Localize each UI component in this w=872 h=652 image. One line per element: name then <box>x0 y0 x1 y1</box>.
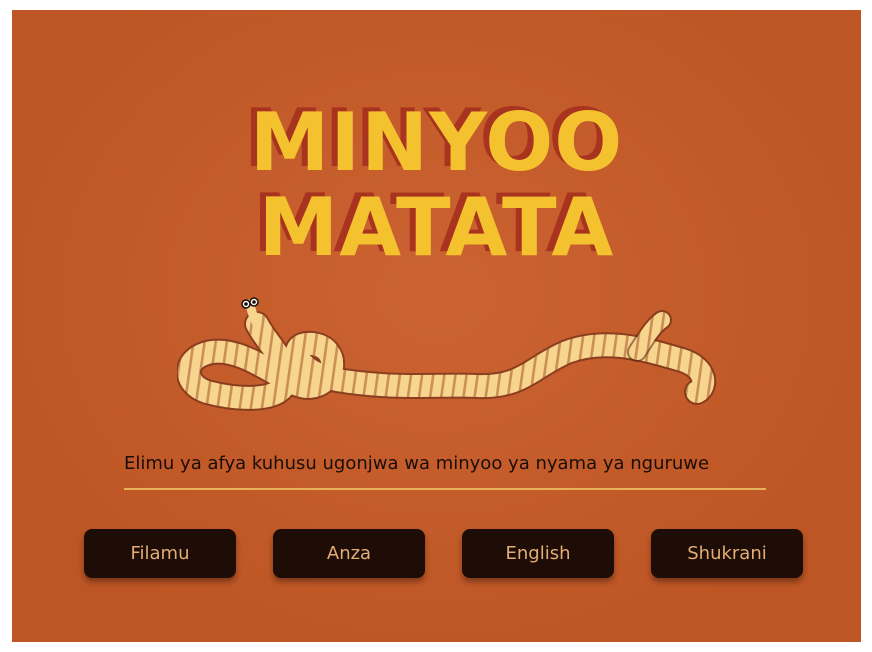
game-title-line-2: MATATA <box>258 181 615 274</box>
anza-button[interactable]: Anza <box>273 529 425 578</box>
tapeworm-illustration <box>177 297 717 411</box>
subtitle: Elimu ya afya kuhusu ugonjwa wa minyoo y… <box>124 453 710 474</box>
title-screen: MINYOO MATATA Elimu ya afya kuhusu ugonj… <box>12 10 861 642</box>
filamu-button[interactable]: Filamu <box>84 529 236 578</box>
english-button[interactable]: English <box>462 529 614 578</box>
subtitle-divider <box>124 488 766 490</box>
game-title-line-1: MINYOO <box>249 96 624 189</box>
shukrani-button[interactable]: Shukrani <box>651 529 803 578</box>
